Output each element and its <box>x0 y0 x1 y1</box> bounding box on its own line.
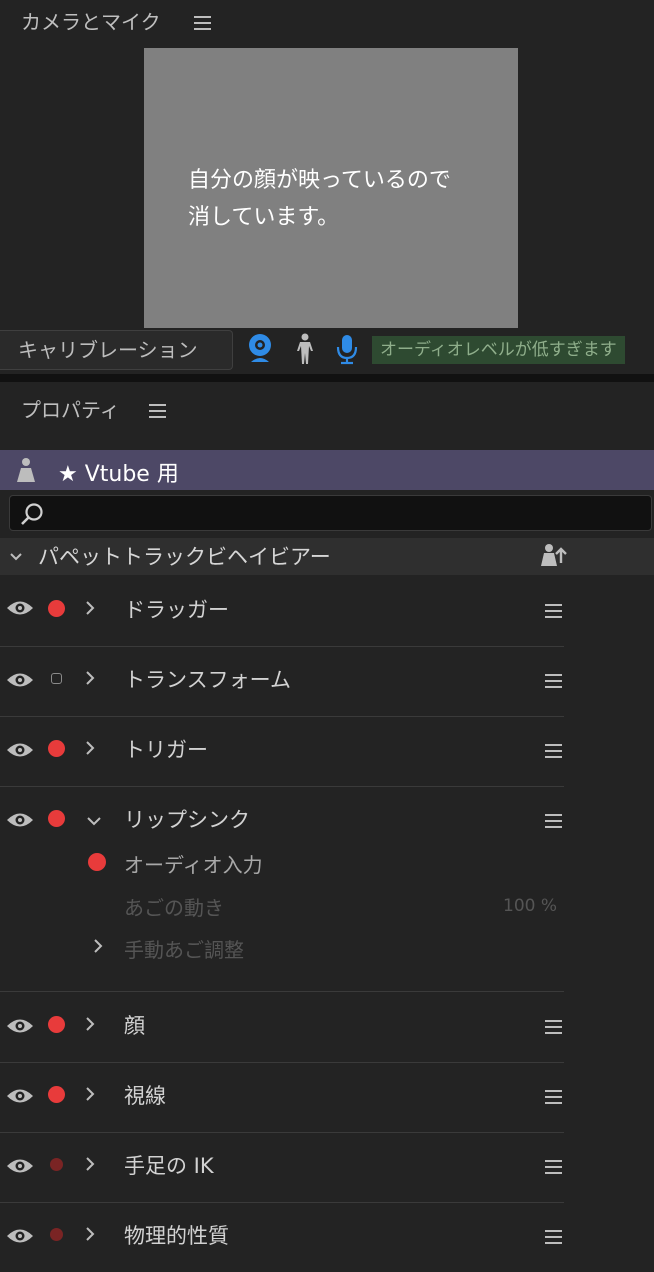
behavior-row-limb-ik[interactable]: 手足の IK <box>0 1132 564 1203</box>
behavior-menu-icon[interactable] <box>545 1160 562 1174</box>
puppet-name: ★ Vtube 用 <box>58 462 179 487</box>
behavior-name: ドラッガー <box>124 598 229 622</box>
search-input[interactable] <box>50 500 644 528</box>
behavior-row-trigger[interactable]: トリガー <box>0 716 564 787</box>
chevron-right-icon[interactable] <box>84 1226 96 1246</box>
preview-message-line2: 消しています。 <box>188 205 340 230</box>
behavior-name: 物理的性質 <box>124 1224 229 1248</box>
audio-input-label: オーディオ入力 <box>124 853 263 877</box>
behavior-name: トランスフォーム <box>124 668 291 692</box>
behavior-menu-icon[interactable] <box>545 1230 562 1244</box>
puppet-icon <box>16 457 36 487</box>
behavior-row-transform[interactable]: トランスフォーム <box>0 646 564 717</box>
chevron-right-icon[interactable] <box>92 938 104 958</box>
behavior-name: 顔 <box>124 1014 145 1038</box>
chevron-right-icon[interactable] <box>84 1086 96 1106</box>
behavior-menu-icon[interactable] <box>545 814 562 828</box>
behavior-row-face[interactable]: 顔 <box>0 992 564 1063</box>
behavior-name: トリガー <box>124 738 208 762</box>
camera-preview: 自分の顔が映っているので 消しています。 <box>144 48 518 328</box>
manual-jaw-label: 手動あご調整 <box>124 938 244 962</box>
record-arm-dot[interactable] <box>48 1086 65 1103</box>
chevron-right-icon[interactable] <box>84 1156 96 1176</box>
calibrate-button[interactable]: キャリブレーション <box>0 330 233 370</box>
audio-level-warning: オーディオレベルが低すぎます <box>372 336 625 364</box>
camera-panel-menu-icon[interactable] <box>194 16 211 30</box>
behavior-name: 視線 <box>124 1084 166 1108</box>
record-arm-dot[interactable] <box>48 1016 65 1033</box>
behavior-menu-icon[interactable] <box>545 674 562 688</box>
microphone-icon[interactable] <box>335 333 359 369</box>
behavior-row-eye-gaze[interactable]: 視線 <box>0 1062 564 1133</box>
behavior-row-physics[interactable]: 物理的性質 <box>0 1202 564 1272</box>
add-behavior-icon[interactable] <box>541 543 567 571</box>
behavior-row-lipsync[interactable]: リップシンク オーディオ入力 あごの動き 100 % 手動あご調整 <box>0 786 564 992</box>
behavior-menu-icon[interactable] <box>545 604 562 618</box>
eye-icon[interactable] <box>6 599 34 621</box>
chevron-down-icon[interactable] <box>9 548 23 567</box>
preview-message-line1: 自分の顔が映っているので <box>188 168 451 193</box>
preview-message: 自分の顔が映っているので 消しています。 <box>188 162 508 236</box>
record-arm-dot[interactable] <box>48 740 65 757</box>
search-field[interactable] <box>9 495 652 531</box>
webcam-icon[interactable] <box>247 333 273 369</box>
behavior-row-dragger[interactable]: ドラッガー <box>0 576 564 647</box>
record-arm-dot[interactable] <box>51 673 62 684</box>
chevron-right-icon[interactable] <box>84 670 96 690</box>
jaw-motion-value[interactable]: 100 % <box>503 896 557 916</box>
eye-icon[interactable] <box>6 1157 34 1179</box>
panel-divider[interactable] <box>0 374 654 382</box>
chevron-down-icon[interactable] <box>86 812 102 831</box>
eye-icon[interactable] <box>6 811 34 833</box>
chevron-right-icon[interactable] <box>84 740 96 760</box>
chevron-right-icon[interactable] <box>84 1016 96 1036</box>
record-arm-dot[interactable] <box>50 1158 63 1171</box>
behavior-name: リップシンク <box>124 808 250 832</box>
audio-input-record-dot[interactable] <box>88 853 106 871</box>
section-label: パペットトラックビヘイビアー <box>38 545 331 569</box>
eye-icon[interactable] <box>6 1017 34 1039</box>
behavior-menu-icon[interactable] <box>545 1020 562 1034</box>
behavior-name: 手足の IK <box>124 1154 214 1178</box>
behavior-menu-icon[interactable] <box>545 744 562 758</box>
eye-icon[interactable] <box>6 671 34 693</box>
record-arm-dot[interactable] <box>48 810 65 827</box>
record-arm-dot[interactable] <box>50 1228 63 1241</box>
properties-panel-menu-icon[interactable] <box>149 404 166 418</box>
eye-icon[interactable] <box>6 1087 34 1109</box>
eye-icon[interactable] <box>6 1227 34 1249</box>
camera-panel-title: カメラとマイク <box>21 10 161 34</box>
body-tracking-icon[interactable] <box>293 333 317 369</box>
eye-icon[interactable] <box>6 741 34 763</box>
record-arm-dot[interactable] <box>48 600 65 617</box>
chevron-right-icon[interactable] <box>84 600 96 620</box>
jaw-motion-label: あごの動き <box>124 896 224 920</box>
properties-panel-title: プロパティ <box>21 398 120 422</box>
behavior-menu-icon[interactable] <box>545 1090 562 1104</box>
search-icon <box>19 502 45 532</box>
